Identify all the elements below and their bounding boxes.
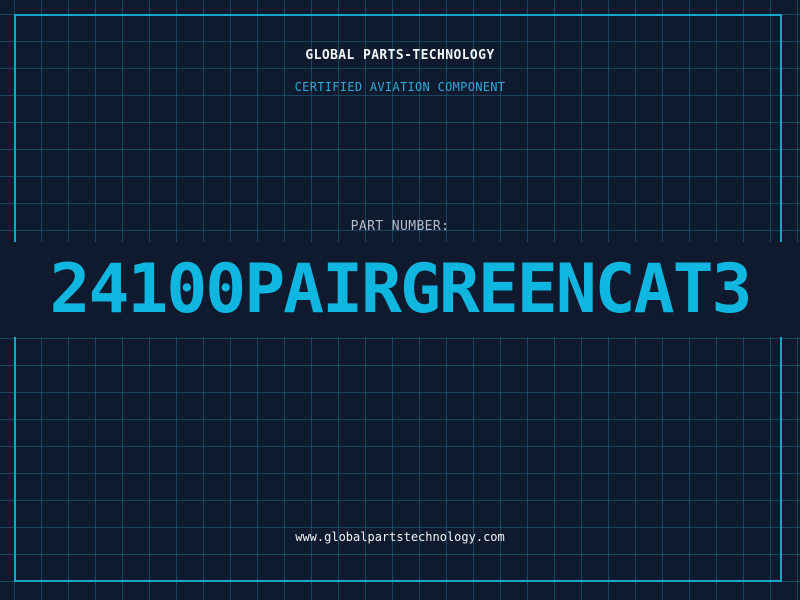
part-number-value: 24100PAIRGREENCAT3 xyxy=(49,250,753,329)
company-name: GLOBAL PARTS-TECHNOLOGY xyxy=(305,48,495,63)
website-url: www.globalpartstechnology.com xyxy=(295,530,505,544)
part-number-label: PART NUMBER: xyxy=(350,219,450,234)
part-number-band: 24100PAIRGREENCAT3 xyxy=(0,242,800,337)
part-label-card: GLOBAL PARTS-TECHNOLOGY CERTIFIED AVIATI… xyxy=(0,0,800,600)
certification-subtitle: CERTIFIED AVIATION COMPONENT xyxy=(294,80,506,94)
